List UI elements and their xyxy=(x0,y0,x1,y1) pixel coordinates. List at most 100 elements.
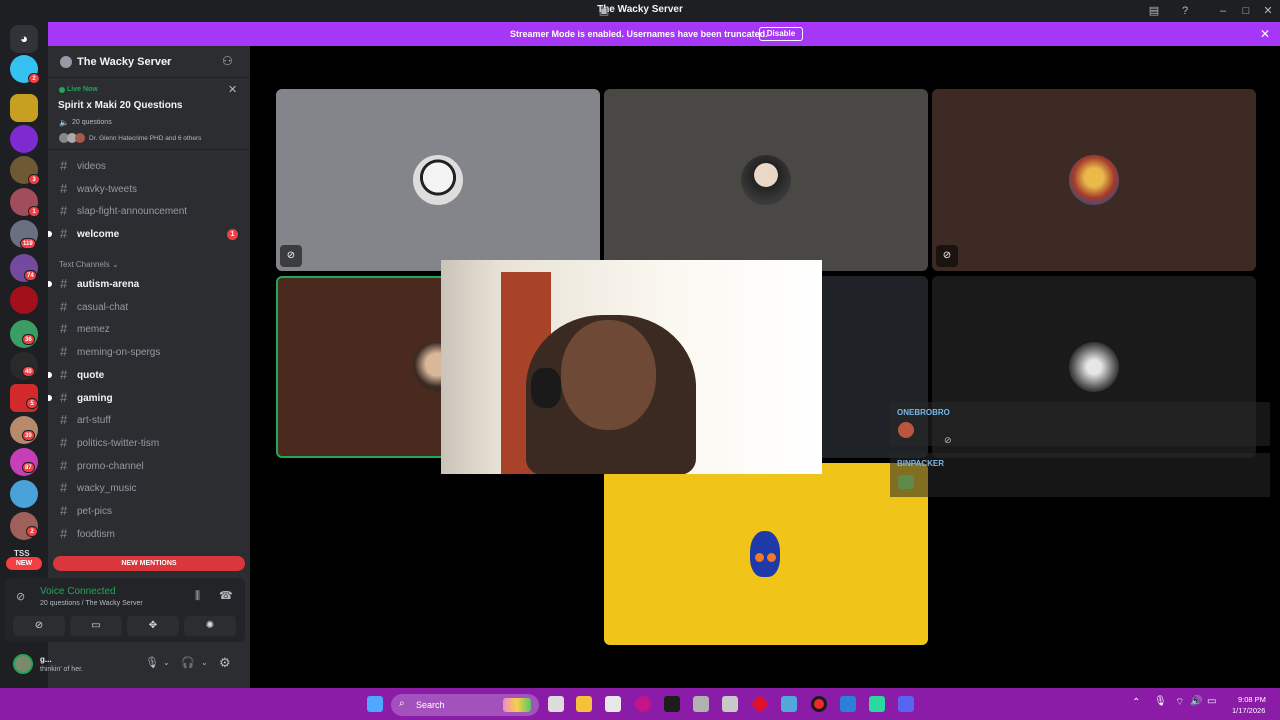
overlay-user-card[interactable]: ONEBROBRO ⊘ xyxy=(890,402,1270,446)
server-icon-2[interactable] xyxy=(10,94,38,122)
channel-casual-chat[interactable]: # casual-chat xyxy=(54,297,244,317)
help-icon[interactable]: ? xyxy=(1177,3,1193,19)
server-icon-14[interactable] xyxy=(10,480,38,508)
voice-status[interactable]: Voice Connected xyxy=(40,586,116,597)
chevron-down-icon[interactable]: ⌄ xyxy=(201,658,208,667)
close-live-card-icon[interactable]: ✕ xyxy=(228,83,237,96)
inbox-icon[interactable]: ▤ xyxy=(1146,3,1162,19)
channel-meming-on-spergs[interactable]: # meming-on-spergs xyxy=(54,342,244,362)
camera-off-button[interactable]: ⊘ xyxy=(13,616,65,636)
server-icon-8[interactable] xyxy=(10,286,38,314)
channel-videos[interactable]: # videos xyxy=(54,156,244,176)
channel-name: memez xyxy=(77,324,110,336)
server-badge: 36 xyxy=(22,334,35,345)
live-participants: Dr. Glenn Hatecrime PHD and 6 others xyxy=(89,135,202,142)
overlay-user-card[interactable]: BINPACKER xyxy=(890,453,1270,497)
hashtag-icon: # xyxy=(60,412,68,428)
chevron-up-icon[interactable]: ⌃ xyxy=(1132,697,1140,708)
app-icon[interactable] xyxy=(869,696,885,712)
maximize-icon[interactable]: □ xyxy=(1238,3,1254,19)
clock-date[interactable]: 1/17/2026 xyxy=(1232,706,1265,715)
channel-promo-channel[interactable]: # promo-channel xyxy=(54,456,244,476)
user-name: g... xyxy=(40,655,52,664)
channel-politics-twitter-tism[interactable]: # politics-twitter-tism xyxy=(54,433,244,453)
close-banner-icon[interactable]: ✕ xyxy=(1260,27,1270,41)
live-event-card[interactable]: Live Now ✕ Spirit x Maki 20 Questions 🔈 … xyxy=(48,78,250,150)
channel-memez[interactable]: # memez xyxy=(54,319,244,339)
app-icon[interactable] xyxy=(750,694,770,714)
channel-wacky_music[interactable]: # wacky_music xyxy=(54,478,244,498)
server-header[interactable]: The Wacky Server ⌄ ⚇ xyxy=(48,46,250,78)
invite-people-icon[interactable]: ⚇ xyxy=(222,54,233,68)
participant-tile[interactable]: ⊘ xyxy=(932,89,1256,271)
hashtag-icon: # xyxy=(60,180,68,196)
discord-home-icon[interactable]: ◕ xyxy=(10,25,38,53)
battery-icon[interactable]: ▭ xyxy=(1207,696,1216,707)
voice-connected-panel: ⊘ Voice Connected 20 questions / The Wac… xyxy=(5,578,245,642)
user-avatar[interactable] xyxy=(13,654,33,674)
participant-tile[interactable] xyxy=(604,89,928,271)
channel-gaming[interactable]: # gaming xyxy=(48,388,244,408)
app-icon[interactable] xyxy=(693,696,709,712)
popout-video[interactable] xyxy=(441,260,822,474)
channel-welcome[interactable]: # welcome 1 xyxy=(48,224,244,244)
screen-share-icon: ▭ xyxy=(91,620,101,631)
server-badge: 2 xyxy=(28,73,40,84)
headphones-icon[interactable]: 🎧 xyxy=(181,656,195,669)
hashtag-icon: # xyxy=(60,203,68,219)
app-icon[interactable] xyxy=(664,696,680,712)
activities-button[interactable]: ✥ xyxy=(127,616,179,636)
channel-name: wavky-tweets xyxy=(77,183,138,195)
app-icon[interactable] xyxy=(840,696,856,712)
camera-off-icon: ⊘ xyxy=(34,620,44,631)
category-text-channels[interactable]: Text Channels ⌄ xyxy=(59,260,119,269)
file-explorer-icon[interactable] xyxy=(576,696,592,712)
participant-tile[interactable]: ⊘ xyxy=(276,89,600,271)
activities-icon: ✥ xyxy=(148,620,158,631)
minimize-icon[interactable]: – xyxy=(1215,3,1231,19)
store-icon[interactable] xyxy=(605,696,621,712)
microphone-icon[interactable]: 🎙 xyxy=(145,656,159,669)
channel-slap-fight-announcement[interactable]: # slap-fight-announcement xyxy=(54,201,244,221)
chevron-down-icon: ⌄ xyxy=(164,55,172,65)
disable-streamer-mode-button[interactable]: Disable xyxy=(759,27,803,41)
server-icon-3[interactable] xyxy=(10,125,38,153)
close-window-icon[interactable]: ✕ xyxy=(1260,3,1276,19)
channel-name: slap-fight-announcement xyxy=(77,206,188,218)
noise-suppression-icon[interactable]: ⫼ xyxy=(195,590,200,603)
settings-gear-icon[interactable]: ⚙ xyxy=(219,655,231,671)
signal-icon[interactable]: ⊘ xyxy=(16,590,25,603)
discord-taskbar-icon[interactable] xyxy=(898,696,914,712)
channel-name: politics-twitter-tism xyxy=(77,437,160,449)
channel-art-stuff[interactable]: # art-stuff xyxy=(54,410,244,430)
task-view-icon[interactable] xyxy=(548,696,564,712)
channel-autism-arena[interactable]: # autism-arena xyxy=(48,274,244,294)
opera-icon[interactable] xyxy=(635,696,651,712)
taskbar-search[interactable]: ⌕ Search xyxy=(391,694,539,716)
app-icon[interactable] xyxy=(781,696,797,712)
share-screen-button[interactable]: ▭ xyxy=(70,616,122,636)
volume-icon[interactable]: 🔊 xyxy=(1190,696,1202,707)
clock-time[interactable]: 9:08 PM xyxy=(1238,695,1266,704)
microphone-tray-icon[interactable]: 🎙 xyxy=(1154,696,1167,707)
live-status: Live Now xyxy=(67,86,98,93)
channel-name: autism-arena xyxy=(77,279,140,290)
new-mentions-button[interactable]: NEW MENTIONS xyxy=(53,556,245,571)
wifi-icon[interactable]: ⌔ xyxy=(1175,696,1184,709)
search-highlight-icon xyxy=(503,698,531,712)
record-icon[interactable] xyxy=(811,696,827,712)
channel-wavky-tweets[interactable]: # wavky-tweets xyxy=(54,179,244,199)
channel-quote[interactable]: # quote xyxy=(48,365,244,385)
participant-tile[interactable] xyxy=(604,463,928,645)
windows-start-icon[interactable] xyxy=(367,696,383,712)
soundboard-button[interactable]: ✺ xyxy=(184,616,236,636)
new-servers-pill[interactable]: NEW xyxy=(6,557,42,570)
mascot-eye xyxy=(755,553,764,562)
mascot-eye xyxy=(767,553,776,562)
chevron-down-icon[interactable]: ⌄ xyxy=(163,658,170,667)
channel-pet-pics[interactable]: # pet-pics xyxy=(54,501,244,521)
app-icon[interactable] xyxy=(722,696,738,712)
channel-foodtism[interactable]: # foodtism xyxy=(54,524,244,544)
channel-name: quote xyxy=(77,369,105,381)
disconnect-icon[interactable]: ☎ xyxy=(219,589,233,602)
